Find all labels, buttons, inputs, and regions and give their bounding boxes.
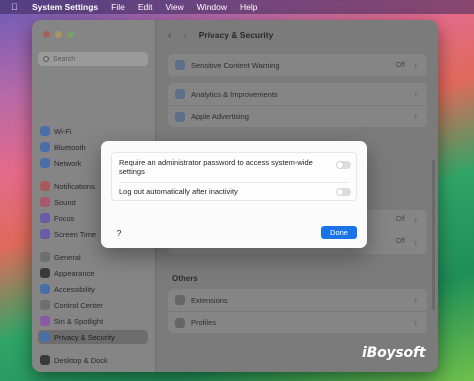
sidebar-item-label: Wi-Fi — [54, 126, 72, 136]
extensions-row[interactable]: Extensions › — [168, 289, 427, 311]
chart-icon — [175, 89, 185, 99]
menu-window[interactable]: Window — [197, 2, 227, 12]
row-label: Profiles — [191, 318, 217, 327]
help-button[interactable]: ? — [115, 228, 123, 238]
sidebar-item-desktop-dock[interactable]: Desktop & Dock — [40, 353, 148, 367]
others-card: Extensions › Profiles › — [168, 289, 427, 333]
analytics-row[interactable]: Analytics & Improvements › — [168, 83, 427, 105]
menu-app-name[interactable]: System Settings — [32, 2, 98, 12]
sidebar-item-label: Notifications — [54, 181, 95, 191]
profiles-icon — [175, 317, 185, 328]
row-value: Off — [395, 61, 405, 69]
toggles-icon — [40, 300, 50, 310]
gear-icon — [40, 252, 50, 262]
megaphone-icon — [175, 111, 185, 122]
chevron-right-icon: › — [414, 89, 417, 99]
globe-icon — [40, 158, 50, 168]
row-label: Extensions — [191, 295, 228, 305]
moon-icon — [40, 213, 50, 223]
sidebar-item-wi-fi[interactable]: Wi-Fi — [40, 124, 148, 138]
sidebar-item-label: Accessibility — [54, 284, 95, 294]
window-controls — [43, 31, 74, 38]
auto-logout-option: Log out automatically after inactivity — [119, 187, 351, 199]
sidebar-item-label: Screen Time — [54, 229, 97, 239]
done-button[interactable]: Done — [321, 226, 357, 239]
circle-half-icon — [40, 268, 50, 278]
dock-icon — [40, 355, 50, 365]
divider — [119, 182, 349, 183]
admin-password-toggle[interactable] — [336, 161, 351, 169]
menu-view[interactable]: View — [166, 2, 184, 12]
chevron-right-icon: › — [414, 112, 417, 121]
forward-icon[interactable]: › — [183, 30, 186, 41]
accessibility-icon — [40, 284, 50, 294]
scrollbar[interactable] — [432, 160, 435, 310]
zoom-window-button[interactable] — [67, 31, 74, 38]
profiles-row[interactable]: Profiles › — [168, 311, 427, 333]
sidebar-item-label: Desktop & Dock — [54, 355, 108, 365]
sidebar-item-label: Appearance — [54, 268, 95, 278]
sidebar-item-label: Siri & Spotlight — [54, 316, 104, 326]
chevron-right-icon: › — [414, 216, 417, 225]
sidebar-item-control-center[interactable]: Control Center — [40, 298, 148, 312]
search-input[interactable]: Search — [38, 52, 148, 66]
advertising-row[interactable]: Apple Advertising › — [168, 105, 427, 127]
sidebar-item-label: Privacy & Security — [54, 332, 115, 342]
apple-menu-icon[interactable]:  — [11, 2, 19, 12]
row-label: Apple Advertising — [191, 112, 249, 121]
sidebar-item-general[interactable]: General — [40, 250, 148, 264]
row-label: Analytics & Improvements — [191, 89, 278, 99]
menu-help[interactable]: Help — [240, 2, 257, 12]
back-icon[interactable]: ‹ — [168, 30, 171, 41]
admin-password-option: Require an administrator password to acc… — [119, 158, 351, 179]
wifi-icon — [40, 126, 50, 136]
sidebar-item-label: Focus — [54, 213, 75, 223]
siri-icon — [40, 316, 50, 326]
row-value: Off — [395, 238, 405, 245]
chevron-right-icon: › — [414, 60, 417, 70]
bluetooth-icon — [40, 142, 50, 152]
others-section-title: Others — [172, 274, 198, 283]
speaker-icon — [40, 197, 50, 207]
search-icon — [43, 56, 49, 62]
bell-icon — [40, 181, 50, 191]
search-placeholder: Search — [53, 55, 76, 63]
page-title: Privacy & Security — [198, 30, 274, 40]
security-options-dialog: Require an administrator password to acc… — [101, 141, 367, 248]
sidebar-item-label: Sound — [54, 197, 76, 207]
chevron-right-icon: › — [414, 318, 417, 327]
sidebar-item-label: Network — [54, 158, 82, 168]
sidebar-item-privacy-security[interactable]: Privacy & Security — [38, 330, 148, 344]
admin-password-label: Require an administrator password to acc… — [119, 158, 313, 176]
sidebar-item-accessibility[interactable]: Accessibility — [40, 282, 148, 296]
eye-icon — [175, 60, 185, 70]
auto-logout-toggle[interactable] — [336, 188, 351, 196]
extensions-icon — [175, 295, 185, 305]
sensitive-content-row[interactable]: Sensitive Content Warning Off › — [168, 54, 427, 76]
row-value: Off — [395, 216, 405, 223]
menu-edit[interactable]: Edit — [138, 2, 153, 12]
sidebar-item-label: Control Center — [54, 300, 103, 310]
row-label: Sensitive Content Warning — [191, 60, 280, 70]
minimize-window-button[interactable] — [55, 31, 62, 38]
sidebar-item-label: General — [54, 252, 81, 262]
settings-card-mid: Analytics & Improvements › Apple Adverti… — [168, 83, 427, 127]
auto-logout-label: Log out automatically after inactivity — [119, 187, 238, 196]
chevron-right-icon: › — [414, 295, 417, 305]
close-window-button[interactable] — [43, 31, 50, 38]
chevron-right-icon: › — [414, 238, 417, 247]
sidebar-item-siri-spotlight[interactable]: Siri & Spotlight — [40, 314, 148, 328]
dialog-options-card: Require an administrator password to acc… — [111, 152, 357, 201]
sidebar-item-label: Bluetooth — [54, 142, 86, 152]
main-header: ‹ › Privacy & Security — [156, 20, 438, 50]
hand-icon — [40, 332, 50, 342]
sidebar-item-appearance[interactable]: Appearance — [40, 266, 148, 280]
settings-card-top: Sensitive Content Warning Off › — [168, 54, 427, 76]
menu-file[interactable]: File — [111, 2, 125, 12]
watermark-logo: iBoysoft — [362, 345, 426, 361]
hourglass-icon — [40, 229, 50, 239]
menu-bar:  System Settings File Edit View Window … — [0, 0, 474, 14]
